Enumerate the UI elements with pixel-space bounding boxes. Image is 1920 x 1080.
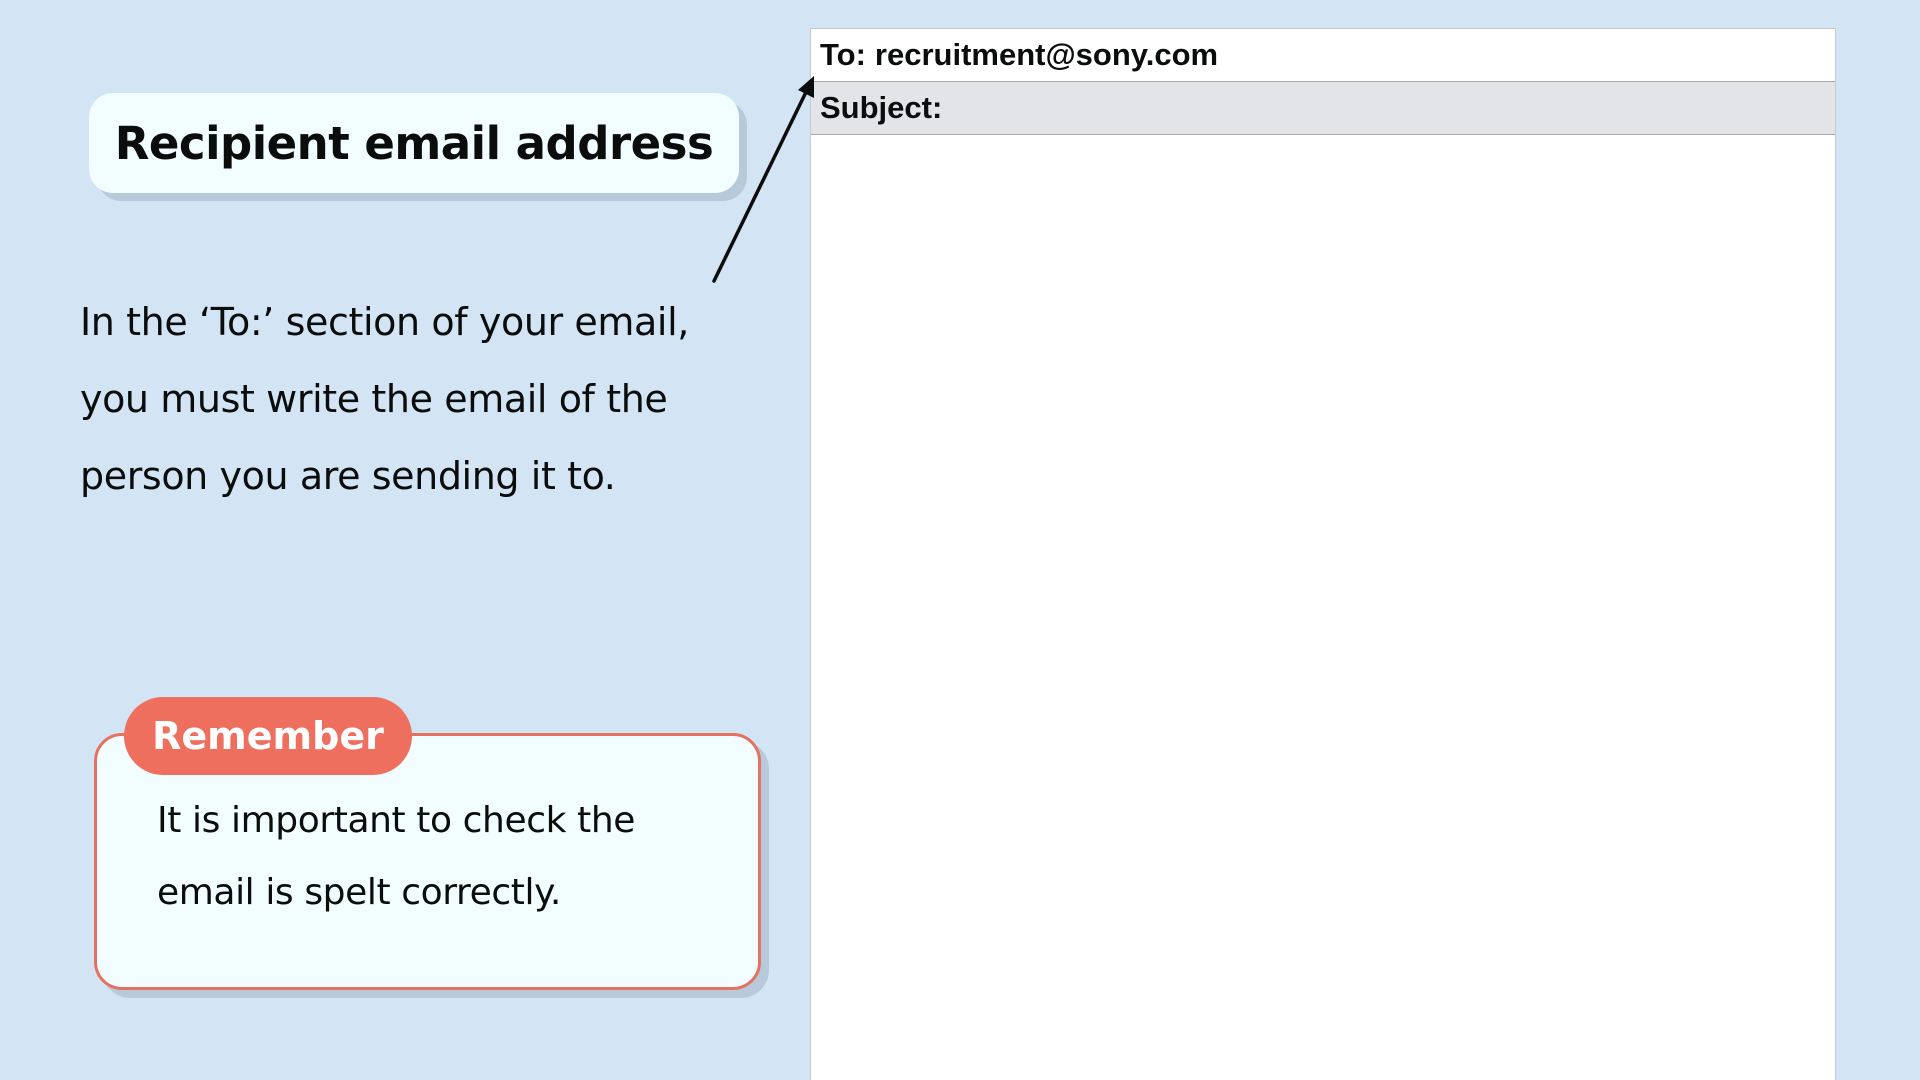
explanation-text: In the ‘To:’ section of your email, you …: [80, 284, 720, 515]
remember-line: It is important to check the: [157, 800, 635, 841]
explanation-line: you must write the email of the: [80, 377, 668, 421]
remember-text: It is important to check the email is sp…: [157, 785, 717, 929]
title-card: Recipient email address: [89, 93, 739, 193]
email-subject-label: Subject:: [820, 90, 943, 125]
email-to-label: To:: [820, 37, 866, 72]
explanation-line: In the ‘To:’ section of your email,: [80, 300, 689, 344]
email-subject-field[interactable]: Subject:: [811, 82, 1835, 135]
remember-label: Remember: [124, 697, 412, 775]
remember-line: email is spelt correctly.: [157, 872, 561, 913]
email-window: To: recruitment@sony.com Subject:: [810, 28, 1836, 1080]
slide-title: Recipient email address: [114, 116, 714, 170]
explanation-line: person you are sending it to.: [80, 454, 616, 498]
email-to-value[interactable]: recruitment@sony.com: [875, 37, 1218, 73]
email-to-field[interactable]: To: recruitment@sony.com: [811, 29, 1835, 82]
email-body[interactable]: [811, 135, 1835, 1075]
